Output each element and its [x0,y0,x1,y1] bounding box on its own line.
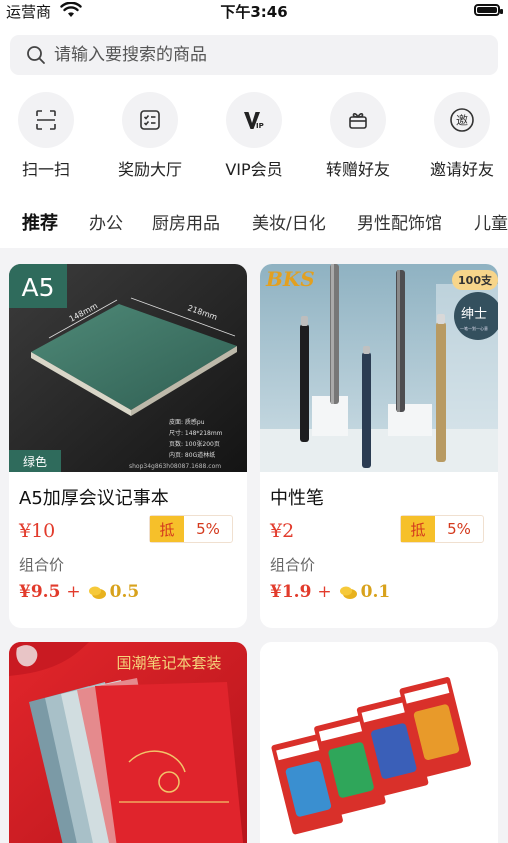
combo-coin-amount: 0.1 [360,582,391,602]
quick-action-label: VIP会员 [225,160,283,179]
combo-price: ¥1.9 + 0.1 [270,582,390,602]
combo-cash-price: ¥9.5 [19,582,61,602]
search-icon [27,46,45,64]
product-image: BKS 100支 绅士 一笔一划一心意 [260,264,498,472]
header: 扫一扫 奖励大厅 IP VIP会员 转赠好友 [0,26,508,196]
product-image: 148mm 218mm A5 绿色 皮面: 质感pu 尺寸: 148*218mm… [9,264,247,472]
coupon-badge: 抵 5% [149,515,233,543]
spec-line: 页数: 100张200页 [169,440,220,448]
brand-logo: BKS [265,267,315,291]
svg-text:IP: IP [256,122,264,130]
combo-cash-price: ¥1.9 [270,582,312,602]
quick-action-scan[interactable]: 扫一扫 [0,92,96,182]
quick-action-invite[interactable]: 邀 邀请好友 [412,92,508,182]
coupon-percent: 5% [196,520,220,538]
spec-line: 尺寸: 148*218mm [169,429,223,437]
product-card[interactable]: 148mm 218mm A5 绿色 皮面: 质感pu 尺寸: 148*218mm… [9,264,247,628]
coin-icon [88,586,106,599]
product-image [260,642,498,843]
coin-icon [339,586,357,599]
seal-title: 绅士 [461,307,487,322]
combo-coin-amount: 0.5 [109,582,140,602]
quick-action-label: 奖励大厅 [117,160,182,179]
spec-line: 内页: 80G道林纸 [169,451,215,459]
color-badge: 绿色 [23,454,47,469]
watermark: shop34g863h08087.1688.com [129,463,221,470]
search-input[interactable] [54,35,484,75]
coupon-percent: 5% [447,520,471,538]
svg-text:邀: 邀 [456,113,468,128]
tab-office[interactable]: 办公 [89,209,123,234]
banner-text: 国潮笔记本套装 [116,654,221,672]
product-card[interactable]: 国潮笔记本套装 [9,642,247,843]
coupon-tag: 抵 [150,516,184,542]
tab-beauty[interactable]: 美妆/日化 [252,209,326,234]
product-card[interactable] [260,642,498,843]
status-bar: 运营商 下午3:46 [0,0,508,26]
spec-line: 皮面: 质感pu [169,418,205,426]
tab-recommend[interactable]: 推荐 [22,209,58,235]
category-tabs: 推荐 办公 厨房用品 美妆/日化 男性配饰馆 儿童 [0,196,508,248]
product-card[interactable]: BKS 100支 绅士 一笔一划一心意 中性笔 ¥2 抵 5% 组合价 ¥1.9… [260,264,498,628]
product-price: ¥10 [19,520,56,542]
pack-badge: 100支 [458,273,493,287]
coupon-badge: 抵 5% [400,515,484,543]
tab-kitchen[interactable]: 厨房用品 [152,209,220,234]
checklist-icon [140,110,160,130]
seal-subtitle: 一笔一划一心意 [460,325,488,331]
coupon-tag: 抵 [401,516,435,542]
quick-action-gift-friend[interactable]: 转赠好友 [308,92,408,182]
product-image: 国潮笔记本套装 [9,642,247,843]
combo-plus: + [317,582,332,602]
combo-price-label: 组合价 [270,556,316,574]
combo-plus: + [66,582,81,602]
combo-price: ¥9.5 + 0.5 [19,582,139,602]
quick-action-label: 转赠好友 [325,160,390,179]
product-title: A5加厚会议记事本 [19,488,169,509]
tab-mens-accessories[interactable]: 男性配饰馆 [357,209,442,234]
scan-icon [36,110,56,130]
product-title: 中性笔 [270,488,324,509]
quick-action-label: 扫一扫 [21,160,70,179]
quick-action-label: 邀请好友 [429,160,494,179]
gift-icon [349,113,367,129]
product-price: ¥2 [270,520,295,542]
vip-icon: IP [244,112,264,130]
quick-action-rewards[interactable]: 奖励大厅 [100,92,200,182]
quick-action-vip[interactable]: IP VIP会员 [204,92,304,182]
invite-icon: 邀 [450,108,474,132]
search-bar[interactable] [10,35,498,75]
status-time: 下午3:46 [220,3,288,21]
battery-icon [474,4,503,16]
tab-kids[interactable]: 儿童 [474,209,508,234]
combo-price-label: 组合价 [19,556,65,574]
size-badge: A5 [21,273,54,302]
